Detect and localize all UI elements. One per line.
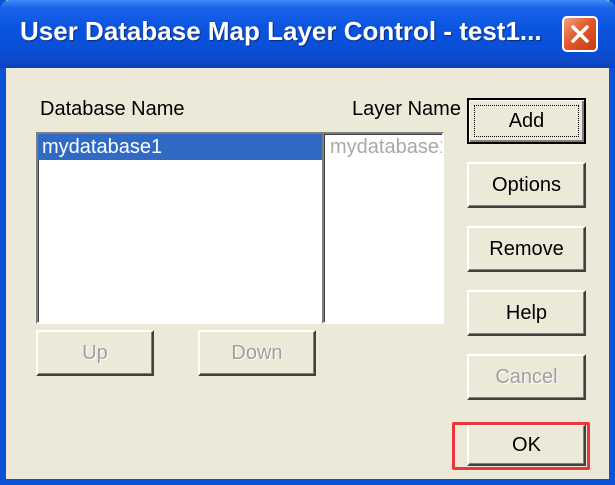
window-title: User Database Map Layer Control - test1.… xyxy=(20,16,542,46)
dialog-window: User Database Map Layer Control - test1.… xyxy=(0,0,615,485)
close-button[interactable] xyxy=(562,16,598,52)
focus-rectangle xyxy=(474,105,579,137)
ok-button[interactable]: OK xyxy=(467,424,586,466)
close-icon xyxy=(571,25,589,43)
up-button-label: Up xyxy=(82,341,108,364)
options-button-label: Options xyxy=(492,173,561,196)
layer-item-label: mydatabase1 xyxy=(330,136,444,158)
database-item-label: mydatabase1 xyxy=(42,136,163,158)
remove-button-label: Remove xyxy=(489,237,564,260)
database-list-item[interactable]: mydatabase1 xyxy=(38,134,324,160)
layer-name-label: Layer Name xyxy=(352,98,461,120)
options-button[interactable]: Options xyxy=(467,162,586,208)
help-button-label: Help xyxy=(505,301,548,324)
layer-list[interactable]: mydatabase1 xyxy=(322,132,444,324)
database-name-label: Database Name xyxy=(40,98,185,120)
database-list[interactable]: mydatabase1 xyxy=(36,132,326,324)
help-button[interactable]: Help xyxy=(467,290,586,336)
title-bar[interactable]: User Database Map Layer Control - test1.… xyxy=(0,0,615,68)
cancel-button-label: Cancel xyxy=(495,365,558,388)
add-button[interactable]: Add xyxy=(467,98,586,144)
remove-button[interactable]: Remove xyxy=(467,226,586,272)
cancel-button[interactable]: Cancel xyxy=(467,354,586,400)
ok-button-label: OK xyxy=(512,433,541,456)
up-button[interactable]: Up xyxy=(36,330,154,376)
down-button-label: Down xyxy=(231,341,283,364)
down-button[interactable]: Down xyxy=(198,330,316,376)
layer-list-item: mydatabase1 xyxy=(324,134,442,160)
